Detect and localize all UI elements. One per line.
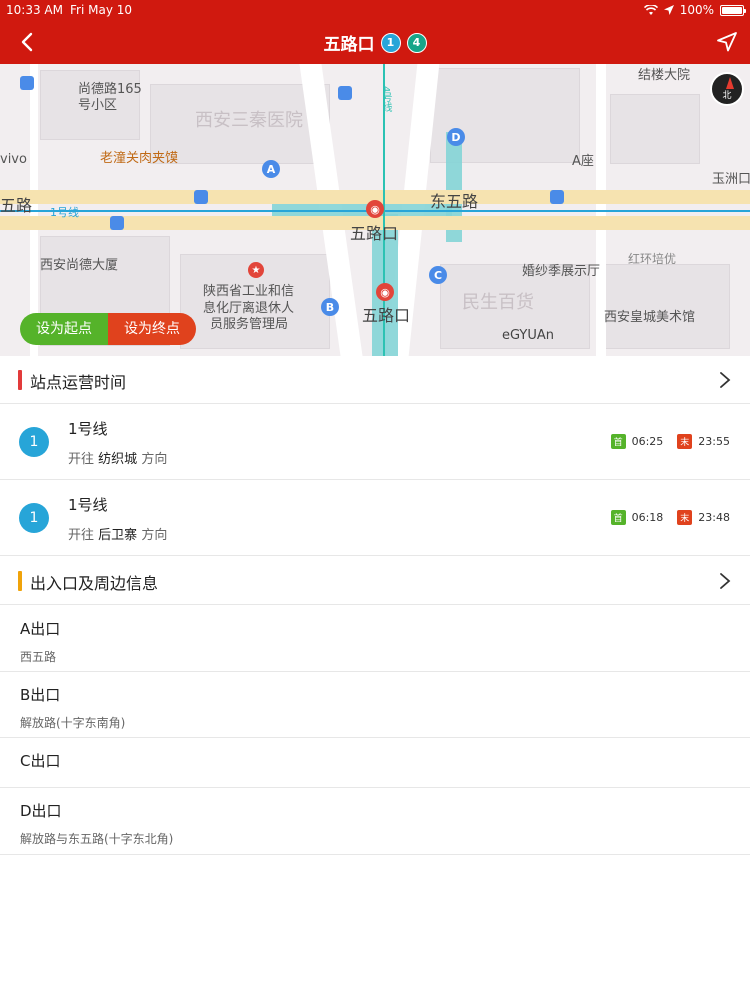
station-title: 五路口 1 4 <box>0 30 750 55</box>
nav-bar: 五路口 1 4 <box>0 20 750 64</box>
exit-name: A出口 <box>20 620 61 638</box>
metro-station-icon[interactable]: ◉ <box>366 200 384 218</box>
line-badge: 1 <box>19 503 49 533</box>
line-1-badge: 1 <box>380 32 401 53</box>
map-label: 西安尚德大厦 <box>40 258 119 273</box>
destination: 纺织城 <box>98 452 138 467</box>
last-train-tag: 末 <box>677 510 693 525</box>
section-accent <box>18 370 22 390</box>
operating-hours-header[interactable]: 站点运营时间 <box>0 356 750 404</box>
map-label: 西安皇城美术馆 <box>604 310 696 325</box>
map-block <box>610 94 700 164</box>
exit-item[interactable]: B出口 解放路(十字东南角) <box>0 672 750 738</box>
chevron-right-icon <box>720 573 731 589</box>
bus-stop-icon <box>110 216 124 230</box>
exits-info-header[interactable]: 出入口及周边信息 <box>0 557 750 605</box>
battery-percent: 100% <box>679 3 714 17</box>
first-train-time: 06:25 <box>631 435 664 448</box>
wifi-icon <box>643 4 658 15</box>
service-times: 首 06:18 末 23:48 <box>610 510 730 525</box>
exit-description: 解放路与东五路(十字东北角) <box>20 832 174 846</box>
exit-description: 西五路 <box>20 650 57 664</box>
service-times: 首 06:25 末 23:55 <box>610 434 730 449</box>
navigate-icon[interactable] <box>714 29 740 55</box>
first-train-tag: 首 <box>610 510 626 525</box>
destination: 后卫寨 <box>98 528 138 543</box>
map-label: eGYUAn <box>502 328 555 343</box>
first-train-time: 06:18 <box>631 511 664 524</box>
map-label: 五路口 <box>350 224 399 243</box>
bus-stop-icon <box>20 76 34 90</box>
map-label: 西安三秦医院 <box>195 110 303 131</box>
exit-item[interactable]: A出口 西五路 <box>0 606 750 672</box>
status-time: 10:33 AM <box>6 3 63 17</box>
map-label: 红环培优 <box>628 252 677 266</box>
map-label: 东五路 <box>430 192 479 211</box>
last-train-tag: 末 <box>677 434 693 449</box>
map-label: 员服务管理局 <box>210 317 289 332</box>
exit-item[interactable]: C出口 <box>0 738 750 788</box>
section-accent <box>18 571 22 591</box>
line-badge: 1 <box>19 427 49 457</box>
map-label: 1号线 <box>50 206 79 219</box>
set-end-button[interactable]: 设为终点 <box>108 313 196 345</box>
exit-description: 解放路(十字东南角) <box>20 716 126 730</box>
line-name: 1号线 <box>68 496 108 514</box>
bus-stop-icon <box>194 190 208 204</box>
compass-icon[interactable]: 北 <box>710 72 744 106</box>
map-label: 五路 <box>0 196 33 215</box>
line-4-badge: 4 <box>406 32 427 53</box>
status-icons: 100% <box>643 3 746 17</box>
map-label: 结楼大院 <box>638 68 691 83</box>
set-point-buttons: 设为起点 设为终点 <box>20 313 196 345</box>
exit-name: D出口 <box>20 802 62 820</box>
chevron-right-icon <box>720 372 731 388</box>
map-label: 玉洲口 <box>712 172 750 187</box>
exit-name: B出口 <box>20 686 61 704</box>
map-label: 老潼关肉夹馍 <box>100 151 179 166</box>
exit-c-pin[interactable]: C <box>429 266 447 284</box>
map-label: A座 <box>572 154 594 169</box>
line-direction-row[interactable]: 1 1号线 开往 后卫寨 方向 首 06:18 末 23:48 <box>0 480 750 556</box>
metro-station-icon[interactable]: ◉ <box>376 283 394 301</box>
set-start-button[interactable]: 设为起点 <box>20 313 108 345</box>
exit-name: C出口 <box>20 752 61 770</box>
landmark-icon: ★ <box>248 262 264 278</box>
exit-d-pin[interactable]: D <box>447 128 465 146</box>
bus-stop-icon <box>550 190 564 204</box>
line-direction-row[interactable]: 1 1号线 开往 纺织城 方向 首 06:25 末 23:55 <box>0 404 750 480</box>
map-label: 民生百货 <box>462 292 534 313</box>
station-name: 五路口 <box>323 35 375 55</box>
status-bar: 10:33 AM Fri May 10 100% <box>0 0 750 20</box>
section-title: 出入口及周边信息 <box>30 574 159 593</box>
last-train-time: 23:48 <box>698 511 730 524</box>
map-label: 号小区 <box>78 98 118 113</box>
status-date: Fri May 10 <box>70 3 133 17</box>
line-name: 1号线 <box>68 420 108 438</box>
last-train-time: 23:55 <box>698 435 730 448</box>
exit-item[interactable]: D出口 解放路与东五路(十字东北角) <box>0 788 750 855</box>
map-label: vivo <box>0 152 27 167</box>
map-label: 五路口 <box>362 306 411 325</box>
exit-b-pin[interactable]: B <box>321 298 339 316</box>
line-direction: 开往 纺织城 方向 <box>68 452 168 467</box>
section-title: 站点运营时间 <box>30 373 127 392</box>
bus-stop-icon <box>338 86 352 100</box>
first-train-tag: 首 <box>610 434 626 449</box>
line-direction: 开往 后卫寨 方向 <box>68 528 168 543</box>
station-map[interactable]: 尚德路165 号小区 西安三秦医院 结楼大院 vivo 老潼关肉夹馍 4号线 A… <box>0 64 750 356</box>
map-label: 4号线 <box>380 86 391 113</box>
battery-icon <box>720 4 746 16</box>
location-arrow-icon <box>663 5 674 15</box>
map-label: 婚纱季展示厅 <box>522 264 601 279</box>
exit-a-pin[interactable]: A <box>262 160 280 178</box>
